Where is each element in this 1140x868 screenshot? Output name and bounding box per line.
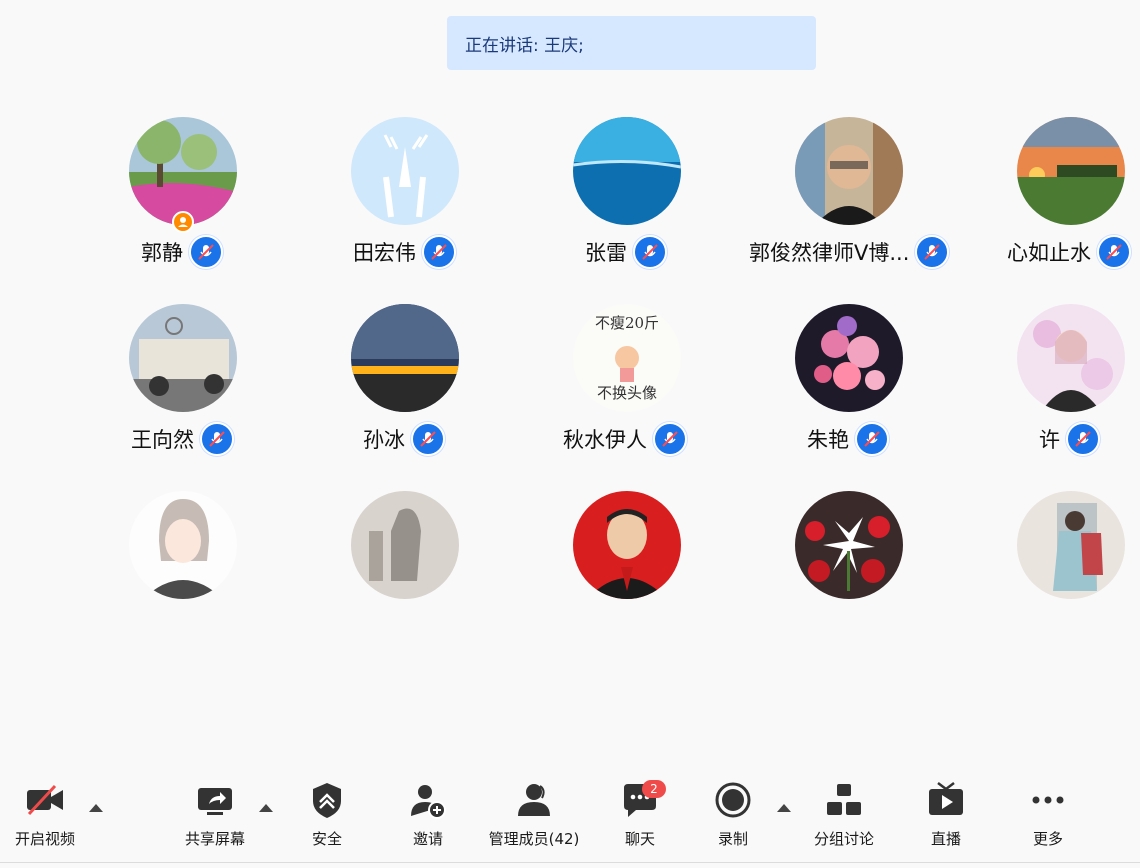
avatar bbox=[1017, 304, 1125, 412]
mic-muted-icon bbox=[633, 235, 667, 269]
name-row: 许 bbox=[1039, 422, 1100, 456]
mic-muted-icon bbox=[1066, 422, 1100, 456]
name-row: 王向然 bbox=[131, 422, 234, 456]
toolbar-label: 管理成员(42) bbox=[488, 830, 580, 848]
breakout-icon bbox=[820, 776, 868, 824]
mic-muted-icon bbox=[411, 422, 445, 456]
breakout-rooms-button[interactable]: 分组讨论 bbox=[805, 776, 883, 868]
mic-muted-icon bbox=[915, 235, 950, 269]
avatar-text-bottom: 不换头像 bbox=[597, 384, 657, 402]
add-user-icon bbox=[404, 776, 452, 824]
name-row: 心如止水 bbox=[1007, 235, 1131, 269]
participant-name: 心如止水 bbox=[1007, 241, 1091, 265]
participant-tile[interactable] bbox=[795, 491, 1015, 651]
participant-tile[interactable]: 孙冰 bbox=[351, 304, 571, 464]
mic-muted-icon bbox=[200, 422, 234, 456]
participant-tile[interactable] bbox=[351, 491, 571, 651]
participant-tile[interactable]: 许 bbox=[1017, 304, 1140, 464]
name-row: 郭静 bbox=[141, 235, 223, 269]
more-icon bbox=[1024, 776, 1072, 824]
name-row: 张雷 bbox=[585, 235, 667, 269]
toolbar-label: 分组讨论 bbox=[813, 830, 874, 848]
participant-tile[interactable] bbox=[573, 491, 793, 651]
avatar bbox=[351, 117, 459, 225]
avatar bbox=[351, 304, 459, 412]
avatar bbox=[1017, 491, 1125, 599]
participant-name: 郭俊然律师V博... bbox=[749, 241, 910, 265]
avatar bbox=[795, 491, 903, 599]
participant-name: 郭静 bbox=[141, 241, 183, 265]
participant-tile[interactable]: 不瘦20斤不换头像 秋水伊人 bbox=[563, 304, 793, 464]
toolbar-label: 直播 bbox=[930, 830, 961, 848]
participant-tile[interactable] bbox=[129, 491, 349, 651]
participant-name: 朱艳 bbox=[807, 428, 849, 452]
mic-muted-icon bbox=[1097, 235, 1131, 269]
toolbar-label: 开启视频 bbox=[14, 830, 75, 848]
video-off-icon bbox=[21, 776, 69, 824]
avatar bbox=[1017, 117, 1125, 225]
avatar bbox=[573, 491, 681, 599]
participant-name: 张雷 bbox=[585, 241, 627, 265]
security-button[interactable]: 安全 bbox=[297, 776, 357, 868]
participant-tile[interactable]: 田宏伟 bbox=[351, 117, 571, 277]
record-button[interactable]: 录制 bbox=[703, 776, 763, 868]
mic-muted-icon bbox=[189, 235, 223, 269]
toolbar-label: 邀请 bbox=[412, 830, 443, 848]
name-row: 秋水伊人 bbox=[563, 422, 687, 456]
mic-muted-icon bbox=[653, 422, 687, 456]
toolbar-label: 录制 bbox=[717, 830, 748, 848]
chat-icon: 2 bbox=[616, 776, 666, 824]
avatar bbox=[129, 117, 237, 225]
participant-tile[interactable]: 郭静 bbox=[129, 117, 349, 277]
participant-name: 秋水伊人 bbox=[563, 428, 647, 452]
share-options-caret-icon[interactable] bbox=[259, 804, 273, 812]
start-video-button[interactable]: 开启视频 bbox=[10, 776, 80, 868]
name-row: 郭俊然律师V博... bbox=[749, 235, 950, 269]
toolbar-label: 共享屏幕 bbox=[184, 830, 245, 848]
mic-muted-icon bbox=[855, 422, 889, 456]
share-screen-button[interactable]: 共享屏幕 bbox=[180, 776, 250, 868]
record-options-caret-icon[interactable] bbox=[777, 804, 791, 812]
toolbar-label: 更多 bbox=[1032, 830, 1063, 848]
avatar bbox=[129, 491, 237, 599]
toolbar-label: 聊天 bbox=[624, 830, 655, 848]
participant-tile[interactable]: 郭俊然律师V博... bbox=[749, 117, 1035, 277]
participant-name: 许 bbox=[1039, 428, 1060, 452]
participant-name: 孙冰 bbox=[363, 428, 405, 452]
toolbar-label: 安全 bbox=[311, 830, 342, 848]
video-options-caret-icon[interactable] bbox=[89, 804, 103, 812]
avatar: 不瘦20斤不换头像 bbox=[573, 304, 681, 412]
participant-tile[interactable]: 心如止水 bbox=[1007, 117, 1140, 277]
avatar bbox=[573, 117, 681, 225]
participant-tile[interactable]: 王向然 bbox=[129, 304, 349, 464]
members-icon bbox=[510, 776, 558, 824]
avatar bbox=[129, 304, 237, 412]
participant-tile[interactable]: 朱艳 bbox=[795, 304, 1015, 464]
live-stream-button[interactable]: 直播 bbox=[916, 776, 976, 868]
avatar bbox=[795, 304, 903, 412]
share-screen-icon bbox=[191, 776, 239, 824]
divider bbox=[0, 862, 1140, 863]
participant-tile[interactable] bbox=[1017, 491, 1140, 651]
invite-button[interactable]: 邀请 bbox=[398, 776, 458, 868]
host-icon bbox=[172, 211, 194, 233]
live-icon bbox=[922, 776, 970, 824]
name-row: 朱艳 bbox=[807, 422, 889, 456]
record-icon bbox=[709, 776, 757, 824]
bottom-toolbar: 开启视频 共享屏幕 安全 邀请 管理成员(42) 2 聊天 录制 分组讨论 直播… bbox=[0, 776, 1140, 868]
name-row: 孙冰 bbox=[363, 422, 445, 456]
participant-name: 王向然 bbox=[131, 428, 194, 452]
participant-name: 田宏伟 bbox=[353, 241, 416, 265]
shield-icon bbox=[303, 776, 351, 824]
chat-button[interactable]: 2 聊天 bbox=[610, 776, 670, 868]
mic-muted-icon bbox=[422, 235, 456, 269]
chat-unread-badge: 2 bbox=[642, 780, 666, 798]
avatar bbox=[795, 117, 903, 225]
more-button[interactable]: 更多 bbox=[1018, 776, 1078, 868]
participant-grid: 郭静 田宏伟 张雷 郭俊然律师V博... 心如止水 王向然 孙冰 不瘦20斤 不… bbox=[0, 0, 1140, 760]
avatar-text-top: 不瘦20斤 bbox=[595, 314, 659, 332]
avatar bbox=[351, 491, 459, 599]
manage-members-button[interactable]: 管理成员(42) bbox=[484, 776, 584, 868]
name-row: 田宏伟 bbox=[353, 235, 456, 269]
